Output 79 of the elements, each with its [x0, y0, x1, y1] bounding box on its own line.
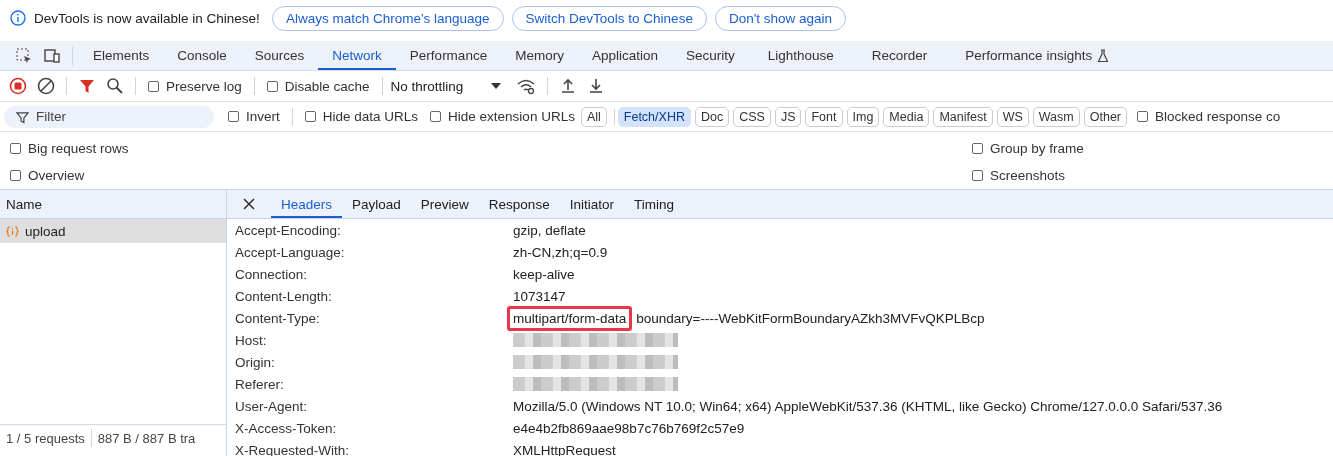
- request-row[interactable]: upload: [0, 219, 226, 243]
- panel-tab[interactable]: Console: [163, 41, 241, 70]
- type-filter-chip[interactable]: Doc: [694, 106, 730, 127]
- panel-tab[interactable]: Performance insights: [946, 41, 1129, 70]
- header-name: Host:: [235, 332, 268, 348]
- checkbox-option[interactable]: Preserve log: [148, 78, 242, 94]
- status-text: 887 B / 887 B tra: [97, 430, 196, 446]
- header-name: Origin:: [235, 354, 276, 370]
- type-filter-chip[interactable]: All: [580, 106, 607, 127]
- checkbox-option[interactable]: Hide data URLs: [304, 109, 419, 124]
- header-value: zh-CN,zh;q=0.9: [513, 244, 608, 260]
- type-filter-chip[interactable]: CSS: [733, 106, 771, 127]
- panel-tab[interactable]: Security: [671, 41, 749, 70]
- infobar-button[interactable]: Always match Chrome's language: [271, 5, 504, 31]
- type-filter-chip[interactable]: Img: [846, 106, 880, 127]
- detail-tab[interactable]: Initiator: [559, 190, 624, 218]
- type-filter-chip[interactable]: JS: [774, 106, 802, 127]
- type-filter-chip[interactable]: Font: [805, 106, 843, 127]
- detail-tab[interactable]: Response: [478, 190, 560, 218]
- panel-tab[interactable]: Recorder: [852, 41, 947, 70]
- infobar-button[interactable]: Switch DevTools to Chinese: [511, 5, 707, 31]
- header-value: boundary=----WebKitFormBoundaryAZkh3MVFvQKPLBcp: [636, 310, 985, 326]
- header-name: Content-Length:: [235, 288, 333, 304]
- header-name: Content-Type:: [235, 310, 321, 326]
- detail-tab[interactable]: Timing: [623, 190, 684, 218]
- throttling-dropdown[interactable]: No throttling: [390, 78, 502, 94]
- info-message: DevTools is now available in Chinese!: [34, 10, 260, 26]
- record-icon[interactable]: [9, 77, 27, 95]
- inspect-icon[interactable]: [15, 46, 33, 65]
- panel-tab[interactable]: Application: [577, 41, 672, 70]
- filter-icon: [16, 110, 29, 124]
- close-icon[interactable]: [243, 198, 255, 210]
- filter-field[interactable]: Filter: [4, 105, 214, 128]
- status-text: 1 / 5 requests: [6, 430, 85, 446]
- type-filter-chip[interactable]: Other: [1083, 106, 1127, 127]
- clear-icon[interactable]: [37, 77, 55, 95]
- header-name: Accept-Encoding:: [235, 222, 342, 238]
- panel-tab[interactable]: Network: [318, 41, 396, 70]
- header-name: Accept-Language:: [235, 244, 346, 260]
- detail-tab[interactable]: Preview: [410, 190, 479, 218]
- detail-tab[interactable]: Headers: [271, 190, 343, 218]
- detail-tab[interactable]: Payload: [342, 190, 411, 218]
- header-value: keep-alive: [513, 266, 575, 282]
- panel-tab[interactable]: Memory: [501, 41, 578, 70]
- device-toggle-icon[interactable]: [43, 46, 61, 65]
- panel-tab[interactable]: Performance: [395, 41, 502, 70]
- header-name: X-Access-Token:: [235, 420, 338, 436]
- header-value: 1073147: [513, 288, 566, 304]
- filter-icon[interactable]: [78, 77, 96, 95]
- checkbox-option[interactable]: Big request rows: [10, 135, 960, 162]
- panel-tab[interactable]: Elements: [79, 41, 164, 70]
- infobar-button[interactable]: Don't show again: [714, 5, 847, 31]
- checkbox-option[interactable]: Invert: [228, 109, 280, 124]
- header-value: e4e4b2fb869aae98b7c76b769f2c57e9: [513, 420, 745, 436]
- checkbox-option[interactable]: Group by frame: [972, 135, 1084, 162]
- checkbox-option[interactable]: Overview: [10, 162, 960, 189]
- header-name: Connection:: [235, 266, 309, 282]
- caret-icon: [491, 83, 502, 89]
- header-name: Referer:: [235, 376, 285, 392]
- info-icon: [10, 10, 26, 26]
- type-filter-chip[interactable]: WS: [996, 106, 1029, 127]
- header-name: User-Agent:: [235, 398, 309, 414]
- header-value: multipart/form-data: [507, 305, 633, 331]
- checkbox-option[interactable]: Blocked response co: [1137, 109, 1281, 124]
- type-filter-chip[interactable]: Media: [883, 106, 930, 127]
- type-filter-chip[interactable]: Manifest: [933, 106, 993, 127]
- xhr-icon: [6, 224, 19, 238]
- header-value: Mozilla/5.0 (Windows NT 10.0; Win64; x64) AppleWebKit/537.36 (KHTML, like Gecko) Chrome/127.0.0.0 Safari/537.36: [513, 398, 1223, 414]
- column-header: Name: [0, 190, 226, 219]
- panel-tab[interactable]: Lighthouse: [748, 41, 853, 70]
- type-filter-chip[interactable]: Fetch/XHR: [617, 106, 691, 127]
- header-value: gzip, deflate: [513, 222, 586, 238]
- type-filter-chip[interactable]: Wasm: [1032, 106, 1080, 127]
- checkbox-option[interactable]: Hide extension URLs: [430, 109, 575, 124]
- checkbox-option[interactable]: Disable cache: [266, 78, 370, 94]
- network-conditions-icon[interactable]: [516, 77, 537, 95]
- search-icon[interactable]: [106, 77, 124, 95]
- panel-tab[interactable]: Sources: [240, 41, 319, 70]
- checkbox-option[interactable]: Screenshots: [972, 162, 1084, 189]
